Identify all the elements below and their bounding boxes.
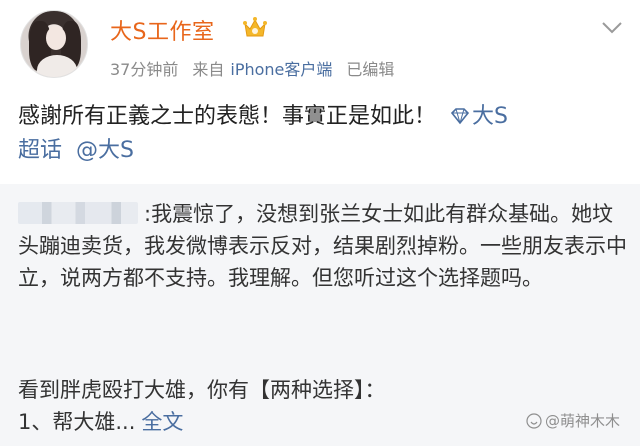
post-header: 大S工作室 37分钟前 来自 iPhone客户端 已编辑 xyxy=(0,0,640,92)
mention-link[interactable]: @大S xyxy=(76,138,134,163)
source-prefix: 来自 xyxy=(192,60,225,79)
blurred-username xyxy=(18,202,138,224)
avatar-face xyxy=(46,26,66,50)
repost-para-line1: 看到胖虎殴打大雄，你有【两种选择】： xyxy=(18,378,386,402)
post-meta: 37分钟前 来自 iPhone客户端 已编辑 xyxy=(110,56,408,80)
watermark-icon xyxy=(526,413,542,429)
avatar[interactable] xyxy=(20,10,88,78)
watermark: @萌神木木 xyxy=(526,410,620,431)
super-topic-name: 大S xyxy=(472,104,508,129)
chevron-down-icon[interactable] xyxy=(600,20,624,36)
super-topic-suffix: 超话 xyxy=(18,138,63,163)
post-text: 感謝所有正義之士的表態！事實正是如此！ xyxy=(18,104,437,129)
read-more-link[interactable]: 全文 xyxy=(141,410,183,434)
diamond-icon xyxy=(450,108,470,125)
author-name[interactable]: 大S工作室 xyxy=(110,14,214,46)
repost-body: :我震惊了，没想到张兰女士如此有群众基础。她坟头蹦迪卖货，我发微博表示反对，结果… xyxy=(18,198,628,294)
post-time: 37分钟前 xyxy=(110,60,179,79)
avatar-body xyxy=(37,55,77,77)
source-link[interactable]: iPhone客户端 xyxy=(230,60,332,79)
crown-icon xyxy=(243,17,267,37)
watermark-text: @萌神木木 xyxy=(545,412,621,430)
repost-para-line2: 1、帮大雄... xyxy=(18,410,136,434)
edited-label[interactable]: 已编辑 xyxy=(346,60,394,79)
post-content: 感謝所有正義之士的表態！事實正是如此！ 大S 超话 @大S xyxy=(18,100,628,168)
